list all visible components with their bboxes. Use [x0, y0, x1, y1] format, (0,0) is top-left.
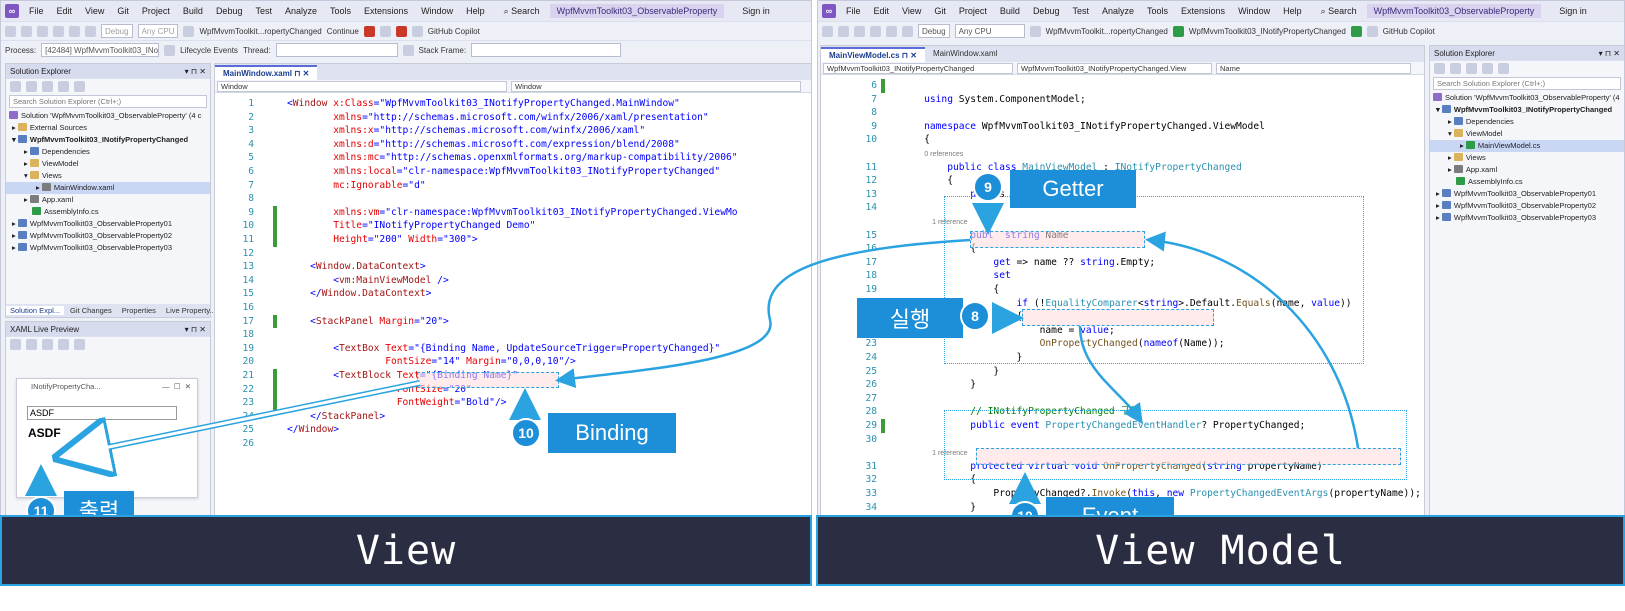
view-caption: View — [0, 515, 812, 586]
step-badge-binding: 10 — [511, 418, 541, 448]
execute-label: 실행 — [857, 298, 963, 338]
step-badge-getter: 9 — [973, 172, 1003, 202]
view-model-caption: View Model — [816, 515, 1625, 586]
event-to-getter-arrow — [1145, 231, 1360, 449]
binding-to-output-arrow-inner — [69, 381, 421, 457]
getter-label: Getter — [1010, 170, 1136, 208]
step-badge-execute: 8 — [960, 301, 990, 331]
call-to-invoke-arrow — [1078, 325, 1143, 425]
binding-label: Binding — [548, 413, 676, 453]
